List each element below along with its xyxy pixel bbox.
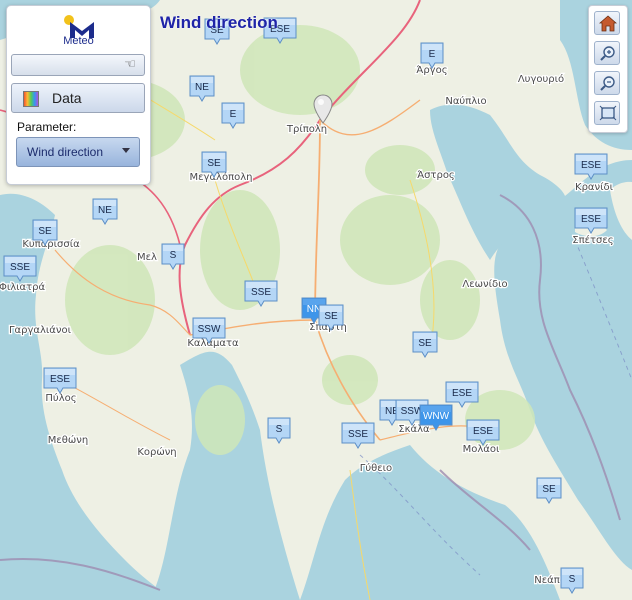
place-label: Σπέτσες <box>572 234 613 246</box>
logo-text: Meteo <box>63 35 94 47</box>
place-label: Μεθώνη <box>48 434 88 446</box>
wind-direction-label: ESE <box>50 374 70 385</box>
wind-direction-label: SE <box>207 158 221 169</box>
place-label: Μολάοι <box>463 443 500 455</box>
place-label: Κρανίδι <box>575 181 614 193</box>
wind-direction-label: WNW <box>423 411 450 422</box>
wind-direction-label: ESE <box>581 214 601 225</box>
place-label: Μεγαλόπολη <box>190 171 253 183</box>
place-label: Άστρος <box>417 169 455 181</box>
data-button[interactable]: Data <box>11 83 145 113</box>
chevron-down-icon <box>122 148 130 153</box>
parameter-value: Wind direction <box>27 145 104 159</box>
place-label: Φιλιατρά <box>0 281 45 293</box>
wind-direction-label: NE <box>98 205 112 216</box>
place-label: Λυγουριό <box>518 73 564 85</box>
map-title: Wind direction <box>160 13 278 32</box>
wind-direction-label: SE <box>324 311 338 322</box>
wind-direction-label: SSE <box>251 287 271 298</box>
zoom-out-button[interactable] <box>594 71 620 95</box>
location-pin-icon[interactable] <box>312 94 334 124</box>
wind-direction-label: S <box>569 574 576 585</box>
home-icon <box>599 15 617 32</box>
wind-direction-label: SSE <box>348 429 368 440</box>
zoom-out-icon <box>600 76 615 91</box>
zoom-extent-icon <box>599 105 617 121</box>
parameter-label: Parameter: <box>17 120 77 134</box>
place-label: Ναύπλιο <box>445 95 486 107</box>
parameter-select[interactable]: Wind direction <box>16 137 140 167</box>
wind-direction-label: E <box>230 109 237 120</box>
map-toolbar <box>588 5 628 133</box>
wind-direction-label: S <box>170 250 177 261</box>
wind-direction-label: NE <box>195 82 209 93</box>
rainbow-palette-icon <box>23 91 39 107</box>
place-label: Μελ <box>137 252 157 263</box>
search-bar[interactable]: ☜ <box>11 54 145 76</box>
wind-direction-label: ESE <box>581 160 601 171</box>
place-label: Τρίπολη <box>286 123 327 135</box>
zoom-extent-button[interactable] <box>594 101 620 125</box>
place-label: Πύλος <box>45 392 76 404</box>
zoom-in-icon <box>600 46 615 61</box>
wind-direction-label: ESE <box>473 426 493 437</box>
control-panel: Meteo ☜ Data Parameter: Wind direction <box>6 5 151 185</box>
place-label: Λεωνίδιο <box>462 278 507 290</box>
data-button-label: Data <box>52 90 82 106</box>
wind-direction-label: SE <box>38 226 52 237</box>
wind-direction-label: S <box>276 424 283 435</box>
place-label: Καλαματα <box>187 338 239 349</box>
wind-direction-label: ESE <box>452 388 472 399</box>
zoom-in-button[interactable] <box>594 41 620 65</box>
pointer-hand-icon[interactable]: ☜ <box>124 58 136 72</box>
place-label: Νεάπ <box>534 574 560 586</box>
place-label: Γαργαλιάνοι <box>9 324 72 336</box>
wind-direction-label: SSW <box>198 324 221 335</box>
home-button[interactable] <box>594 11 620 35</box>
wind-direction-label: SSE <box>10 262 30 273</box>
wind-direction-label: SE <box>542 484 556 495</box>
place-label: Γύθειο <box>360 462 392 474</box>
place-label: Κορώνη <box>137 446 176 458</box>
wind-direction-label: E <box>429 49 436 60</box>
wind-direction-label: SE <box>418 338 432 349</box>
